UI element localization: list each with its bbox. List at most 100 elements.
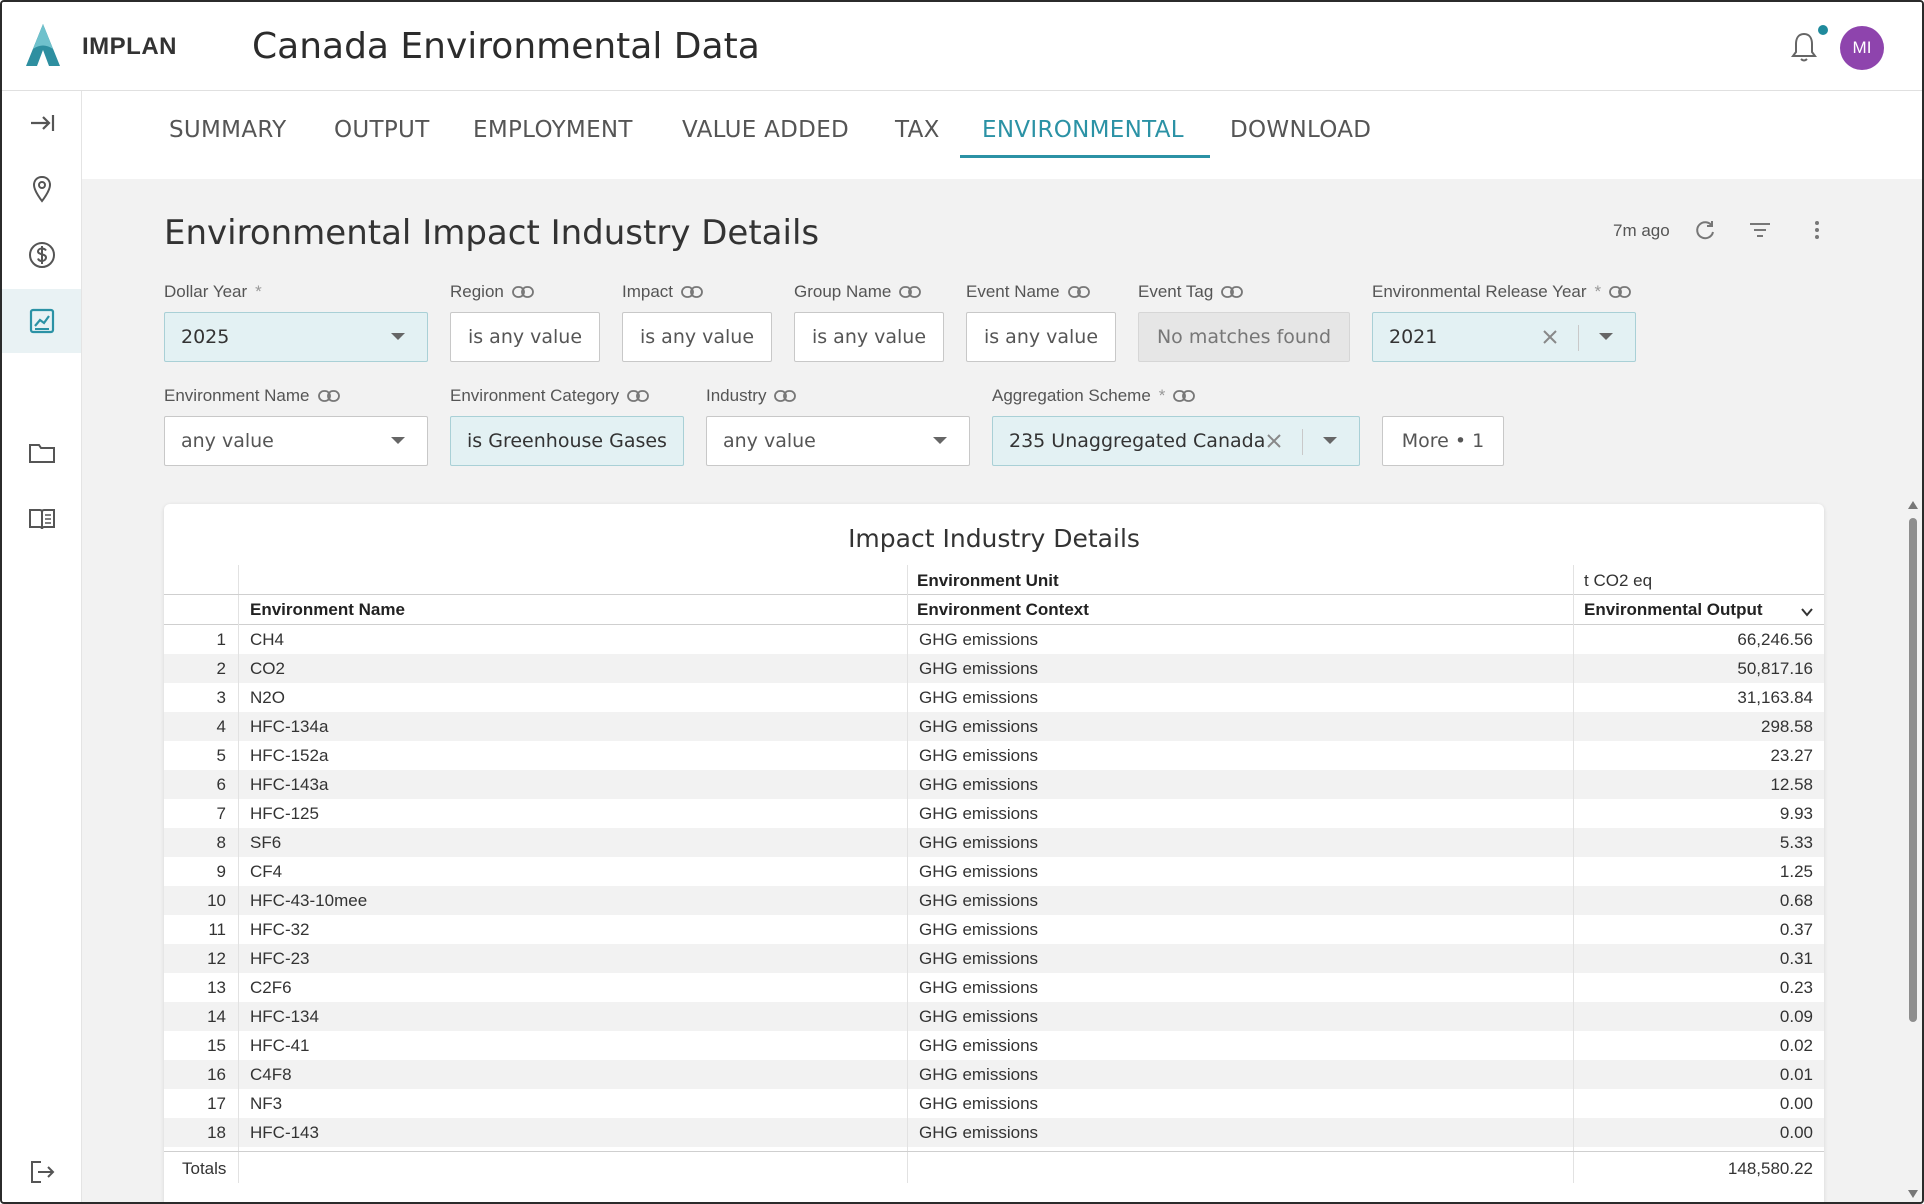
row-index: 15 bbox=[207, 1036, 226, 1055]
link-icon[interactable] bbox=[1221, 285, 1244, 299]
link-icon[interactable] bbox=[1067, 285, 1090, 299]
environmental-output-cell: 12.58 bbox=[1770, 775, 1813, 794]
scrollbar-thumb[interactable] bbox=[1909, 518, 1917, 1022]
table-row[interactable]: 17 NF3 GHG emissions 0.00 bbox=[164, 1089, 1824, 1118]
chevron-down-icon bbox=[1323, 437, 1337, 444]
industry-select[interactable]: any value bbox=[706, 416, 970, 466]
dollar-year-select[interactable]: 2025 bbox=[164, 312, 428, 362]
totals-value: 148,580.22 bbox=[1727, 1159, 1813, 1178]
column-header-context[interactable]: Environment Context bbox=[917, 600, 1089, 620]
env-release-year-label: Environmental Release Year * bbox=[1372, 282, 1632, 302]
tab-summary[interactable]: SUMMARY bbox=[169, 117, 287, 143]
notification-bell-icon[interactable] bbox=[1788, 30, 1820, 64]
more-options-icon[interactable] bbox=[1804, 217, 1830, 243]
refresh-icon[interactable] bbox=[1692, 217, 1718, 243]
table-row[interactable]: 9 CF4 GHG emissions 1.25 bbox=[164, 857, 1824, 886]
environment-name-cell: CO2 bbox=[250, 659, 285, 678]
link-icon[interactable] bbox=[511, 285, 534, 299]
scroll-up-arrow[interactable] bbox=[1908, 501, 1918, 509]
tab-value-added[interactable]: VALUE ADDED bbox=[682, 117, 849, 143]
environment-context-cell: GHG emissions bbox=[919, 717, 1039, 736]
table-row[interactable]: 16 C4F8 GHG emissions 0.01 bbox=[164, 1060, 1824, 1089]
link-icon[interactable] bbox=[1609, 285, 1632, 299]
sidebar-item-projects[interactable] bbox=[2, 421, 81, 485]
event-tag-filter: No matches found bbox=[1138, 312, 1350, 362]
user-avatar[interactable]: MI bbox=[1840, 26, 1884, 70]
environment-context-cell: GHG emissions bbox=[919, 659, 1039, 678]
table-row[interactable]: 8 SF6 GHG emissions 5.33 bbox=[164, 828, 1824, 857]
env-release-year-select[interactable]: 2021 bbox=[1372, 312, 1636, 362]
tab-output[interactable]: OUTPUT bbox=[334, 117, 430, 143]
filter-icon[interactable] bbox=[1747, 217, 1773, 243]
sidebar-item-dollar[interactable] bbox=[2, 223, 81, 287]
link-icon[interactable] bbox=[681, 285, 703, 299]
clear-icon[interactable] bbox=[1265, 432, 1283, 450]
table-row[interactable]: 11 HFC-32 GHG emissions 0.37 bbox=[164, 915, 1824, 944]
sidebar-logout-button[interactable] bbox=[2, 1140, 81, 1202]
sort-desc-icon[interactable] bbox=[1800, 605, 1814, 619]
row-index: 18 bbox=[207, 1123, 226, 1142]
active-tab-indicator bbox=[960, 155, 1210, 158]
environmental-output-cell: 66,246.56 bbox=[1737, 630, 1813, 649]
row-index: 14 bbox=[207, 1007, 226, 1026]
tab-download[interactable]: DOWNLOAD bbox=[1230, 117, 1371, 143]
group-name-label: Group Name bbox=[794, 282, 922, 302]
sidebar-item-docs[interactable] bbox=[2, 487, 81, 551]
sidebar-item-results[interactable] bbox=[2, 289, 81, 353]
clear-icon[interactable] bbox=[1541, 328, 1559, 346]
environment-context-cell: GHG emissions bbox=[919, 1036, 1039, 1055]
environment-name-cell: NF3 bbox=[250, 1094, 283, 1113]
environment-context-cell: GHG emissions bbox=[919, 949, 1039, 968]
row-index: 1 bbox=[216, 630, 226, 649]
table-row[interactable]: 7 HFC-125 GHG emissions 9.93 bbox=[164, 799, 1824, 828]
table-row[interactable]: 14 HFC-134 GHG emissions 0.09 bbox=[164, 1002, 1824, 1031]
tab-tax[interactable]: TAX bbox=[895, 117, 940, 143]
link-icon[interactable] bbox=[899, 285, 922, 299]
tab-environmental[interactable]: ENVIRONMENTAL bbox=[982, 117, 1184, 143]
chart-icon bbox=[29, 308, 54, 334]
row-index: 6 bbox=[216, 775, 226, 794]
table-row[interactable]: 5 HFC-152a GHG emissions 23.27 bbox=[164, 741, 1824, 770]
group-name-filter[interactable]: is any value bbox=[794, 312, 944, 362]
link-icon[interactable] bbox=[1173, 389, 1196, 403]
impact-filter[interactable]: is any value bbox=[622, 312, 772, 362]
book-icon bbox=[28, 509, 55, 530]
column-header-name[interactable]: Environment Name bbox=[250, 600, 405, 620]
link-icon[interactable] bbox=[627, 389, 650, 403]
table-row[interactable]: 1 CH4 GHG emissions 66,246.56 bbox=[164, 625, 1824, 654]
link-icon[interactable] bbox=[774, 389, 797, 403]
region-filter[interactable]: is any value bbox=[450, 312, 600, 362]
link-icon[interactable] bbox=[317, 389, 340, 403]
row-index: 2 bbox=[216, 659, 226, 678]
environment-name-select[interactable]: any value bbox=[164, 416, 428, 466]
scroll-down-arrow[interactable] bbox=[1908, 1190, 1918, 1198]
chevron-down-icon bbox=[391, 437, 405, 444]
table-row[interactable]: 3 N2O GHG emissions 31,163.84 bbox=[164, 683, 1824, 712]
industry-label: Industry bbox=[706, 386, 797, 406]
column-header-output[interactable]: Environmental Output bbox=[1584, 600, 1763, 620]
table-row[interactable]: 13 C2F6 GHG emissions 0.23 bbox=[164, 973, 1824, 1002]
table-row[interactable]: 6 HFC-143a GHG emissions 12.58 bbox=[164, 770, 1824, 799]
brand-name: IMPLAN bbox=[82, 33, 177, 60]
top-header: IMPLAN Canada Environmental Data MI bbox=[2, 2, 1922, 91]
aggregation-scheme-select[interactable]: 235 Unaggregated Canada bbox=[992, 416, 1360, 466]
table-row[interactable]: 4 HFC-134a GHG emissions 298.58 bbox=[164, 712, 1824, 741]
table-row[interactable]: 15 HFC-41 GHG emissions 0.02 bbox=[164, 1031, 1824, 1060]
sidebar-collapse-button[interactable] bbox=[2, 91, 81, 155]
event-name-label: Event Name bbox=[966, 282, 1090, 302]
environment-context-cell: GHG emissions bbox=[919, 1065, 1039, 1084]
table-row[interactable]: 18 HFC-143 GHG emissions 0.00 bbox=[164, 1118, 1824, 1147]
tab-employment[interactable]: EMPLOYMENT bbox=[473, 117, 633, 143]
environment-category-filter[interactable]: is Greenhouse Gases bbox=[450, 416, 684, 466]
sidebar-item-location[interactable] bbox=[2, 157, 81, 221]
environmental-output-cell: 0.37 bbox=[1779, 920, 1813, 939]
table-row[interactable]: 2 CO2 GHG emissions 50,817.16 bbox=[164, 654, 1824, 683]
table-row[interactable]: 10 HFC-43-10mee GHG emissions 0.68 bbox=[164, 886, 1824, 915]
dollar-icon bbox=[28, 242, 55, 268]
environment-name-cell: C4F8 bbox=[250, 1065, 292, 1084]
environment-context-cell: GHG emissions bbox=[919, 978, 1039, 997]
table-row[interactable]: 12 HFC-23 GHG emissions 0.31 bbox=[164, 944, 1824, 973]
event-name-filter[interactable]: is any value bbox=[966, 312, 1116, 362]
more-filters-button[interactable]: More • 1 bbox=[1382, 416, 1504, 466]
environment-name-cell: HFC-143 bbox=[250, 1123, 319, 1142]
